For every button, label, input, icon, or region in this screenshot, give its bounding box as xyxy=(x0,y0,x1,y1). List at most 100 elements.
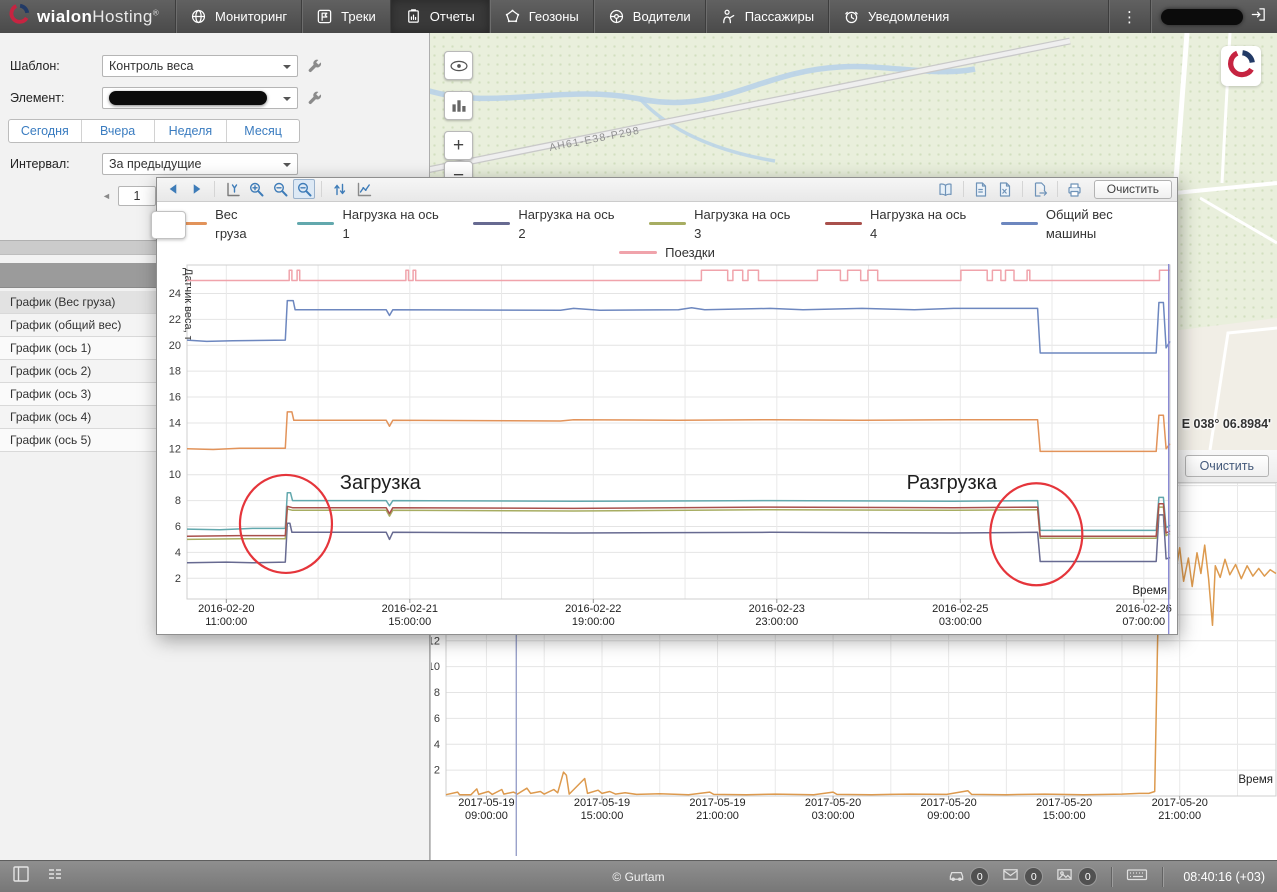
chart-annotation-text: Загрузка xyxy=(340,472,422,494)
legend-item[interactable]: Общий вес машины xyxy=(1001,205,1164,243)
svg-text:6: 6 xyxy=(175,521,181,533)
nav-item-label: Пассажиры xyxy=(745,9,814,24)
quick-range-button-4[interactable]: Месяц xyxy=(226,120,299,142)
legend-item[interactable]: Нагрузка на ось 3 xyxy=(649,205,799,243)
legend-label: Общий вес машины xyxy=(1046,205,1164,243)
bottom-panel-list-icon[interactable] xyxy=(46,865,64,888)
app-logo[interactable]: wialonHosting® xyxy=(0,0,175,33)
legend-item[interactable]: Нагрузка на ось 1 xyxy=(297,205,447,243)
counter-badge: 0 xyxy=(970,867,989,886)
nav-item-6[interactable]: Пассажиры xyxy=(705,0,828,33)
legend-item[interactable]: Нагрузка на ось 2 xyxy=(473,205,623,243)
quick-range-button-3[interactable]: Неделя xyxy=(154,120,227,142)
svg-text:2016-02-26: 2016-02-26 xyxy=(1116,603,1172,615)
svg-text:2016-02-25: 2016-02-25 xyxy=(932,603,988,615)
nav-item-label: Водители xyxy=(633,9,691,24)
svg-text:8: 8 xyxy=(434,687,440,699)
legend-label: Нагрузка на ось 3 xyxy=(694,205,799,243)
map-zoom-in-button[interactable]: + xyxy=(444,131,473,160)
app-logo-text: wialonHosting® xyxy=(37,7,159,27)
car-counter[interactable]: 0 xyxy=(947,866,989,888)
export-icon[interactable] xyxy=(1029,179,1051,199)
print-icon[interactable] xyxy=(1064,179,1086,199)
svg-text:Время: Время xyxy=(1132,585,1167,597)
chevron-down-icon xyxy=(283,97,291,105)
svg-text:09:00:00: 09:00:00 xyxy=(927,810,970,822)
report-icon xyxy=(405,8,422,25)
legend-item[interactable]: Поездки xyxy=(619,243,715,262)
next-icon[interactable] xyxy=(186,179,208,199)
svg-text:07:00:00: 07:00:00 xyxy=(1122,616,1165,628)
photo-icon xyxy=(1055,866,1074,888)
quick-range-buttons: СегодняВчераНеделяМесяц xyxy=(8,119,300,143)
quick-range-button-2[interactable]: Вчера xyxy=(81,120,154,142)
svg-text:21:00:00: 21:00:00 xyxy=(1158,810,1201,822)
excel-icon[interactable] xyxy=(994,179,1016,199)
element-select[interactable] xyxy=(102,87,298,109)
counter-badge: 0 xyxy=(1078,867,1097,886)
element-label: Элемент: xyxy=(8,91,102,105)
nav-item-7[interactable]: Уведомления xyxy=(828,0,963,33)
map-watermark-logo xyxy=(1221,46,1261,86)
clear-background-chart-button[interactable]: Очистить xyxy=(1185,455,1269,477)
svg-text:8: 8 xyxy=(175,495,181,507)
swap-icon[interactable] xyxy=(328,179,350,199)
mail-counter[interactable]: 0 xyxy=(1001,866,1043,888)
decrement-arrow-icon[interactable]: ◄ xyxy=(100,191,113,201)
nav-item-label: Треки xyxy=(341,9,376,24)
more-menu-button[interactable]: ⋮ xyxy=(1108,0,1150,33)
template-select[interactable]: Контроль веса xyxy=(102,55,298,77)
photo-counter[interactable]: 0 xyxy=(1055,866,1097,888)
svg-text:24: 24 xyxy=(169,288,181,300)
mail-icon xyxy=(1001,866,1020,888)
map-visibility-button[interactable] xyxy=(444,51,473,80)
main-chart[interactable]: 246810121416182022242016-02-2011:00:0020… xyxy=(157,263,1177,634)
svg-text:6: 6 xyxy=(434,713,440,725)
zoom-in-tool-icon[interactable] xyxy=(245,179,267,199)
zoom-out-tool-icon[interactable] xyxy=(269,179,291,199)
floating-panel-button[interactable] xyxy=(151,211,186,239)
svg-text:2017-05-20: 2017-05-20 xyxy=(1152,797,1208,809)
nav-item-4[interactable]: Геозоны xyxy=(489,0,593,33)
nav-item-1[interactable]: Мониторинг xyxy=(175,0,301,33)
nav-right: ⋮ xyxy=(1108,0,1277,33)
zoom-reset-icon[interactable] xyxy=(293,179,315,199)
svg-text:18: 18 xyxy=(169,366,181,378)
nav-item-5[interactable]: Водители xyxy=(593,0,705,33)
interval-count-input[interactable] xyxy=(118,186,156,206)
book-icon[interactable] xyxy=(935,179,957,199)
svg-text:11:00:00: 11:00:00 xyxy=(205,616,247,628)
flag-icon xyxy=(316,8,333,25)
element-settings-wrench-icon[interactable] xyxy=(307,90,323,106)
svg-text:2017-05-19: 2017-05-19 xyxy=(458,797,514,809)
legend-swatch xyxy=(649,222,686,225)
prev-icon[interactable] xyxy=(162,179,184,199)
legend-item[interactable]: Нагрузка на ось 4 xyxy=(825,205,975,243)
nav-item-3[interactable]: Отчеты xyxy=(390,0,489,33)
wialon-logo-icon xyxy=(8,3,30,30)
svg-text:03:00:00: 03:00:00 xyxy=(812,810,855,822)
statusbar-divider xyxy=(1162,867,1163,887)
pdf-icon[interactable] xyxy=(970,179,992,199)
svg-text:22: 22 xyxy=(169,314,181,326)
svg-text:12: 12 xyxy=(169,443,181,455)
map-layers-button[interactable] xyxy=(444,91,473,120)
svg-text:2016-02-20: 2016-02-20 xyxy=(198,603,254,615)
quick-range-button-1[interactable]: Сегодня xyxy=(9,120,81,142)
redacted-element-value xyxy=(109,91,267,105)
svg-text:Время: Время xyxy=(1238,774,1273,786)
axis-y-icon[interactable] xyxy=(221,179,243,199)
nav-item-2[interactable]: Треки xyxy=(301,0,390,33)
chart-legend: Вес грузаНагрузка на ось 1Нагрузка на ос… xyxy=(157,202,1177,263)
template-settings-wrench-icon[interactable] xyxy=(307,58,323,74)
globe-icon xyxy=(190,8,207,25)
legend-swatch xyxy=(297,222,334,225)
user-menu[interactable] xyxy=(1150,0,1277,33)
logout-icon[interactable] xyxy=(1250,6,1267,28)
clear-chart-button[interactable]: Очистить xyxy=(1094,180,1172,199)
svg-text:12: 12 xyxy=(431,635,440,647)
toggle-panel-icon[interactable] xyxy=(12,865,30,888)
chart-icon[interactable] xyxy=(352,179,374,199)
keyboard-icon[interactable] xyxy=(1126,866,1148,888)
interval-select[interactable]: За предыдущие xyxy=(102,153,298,175)
